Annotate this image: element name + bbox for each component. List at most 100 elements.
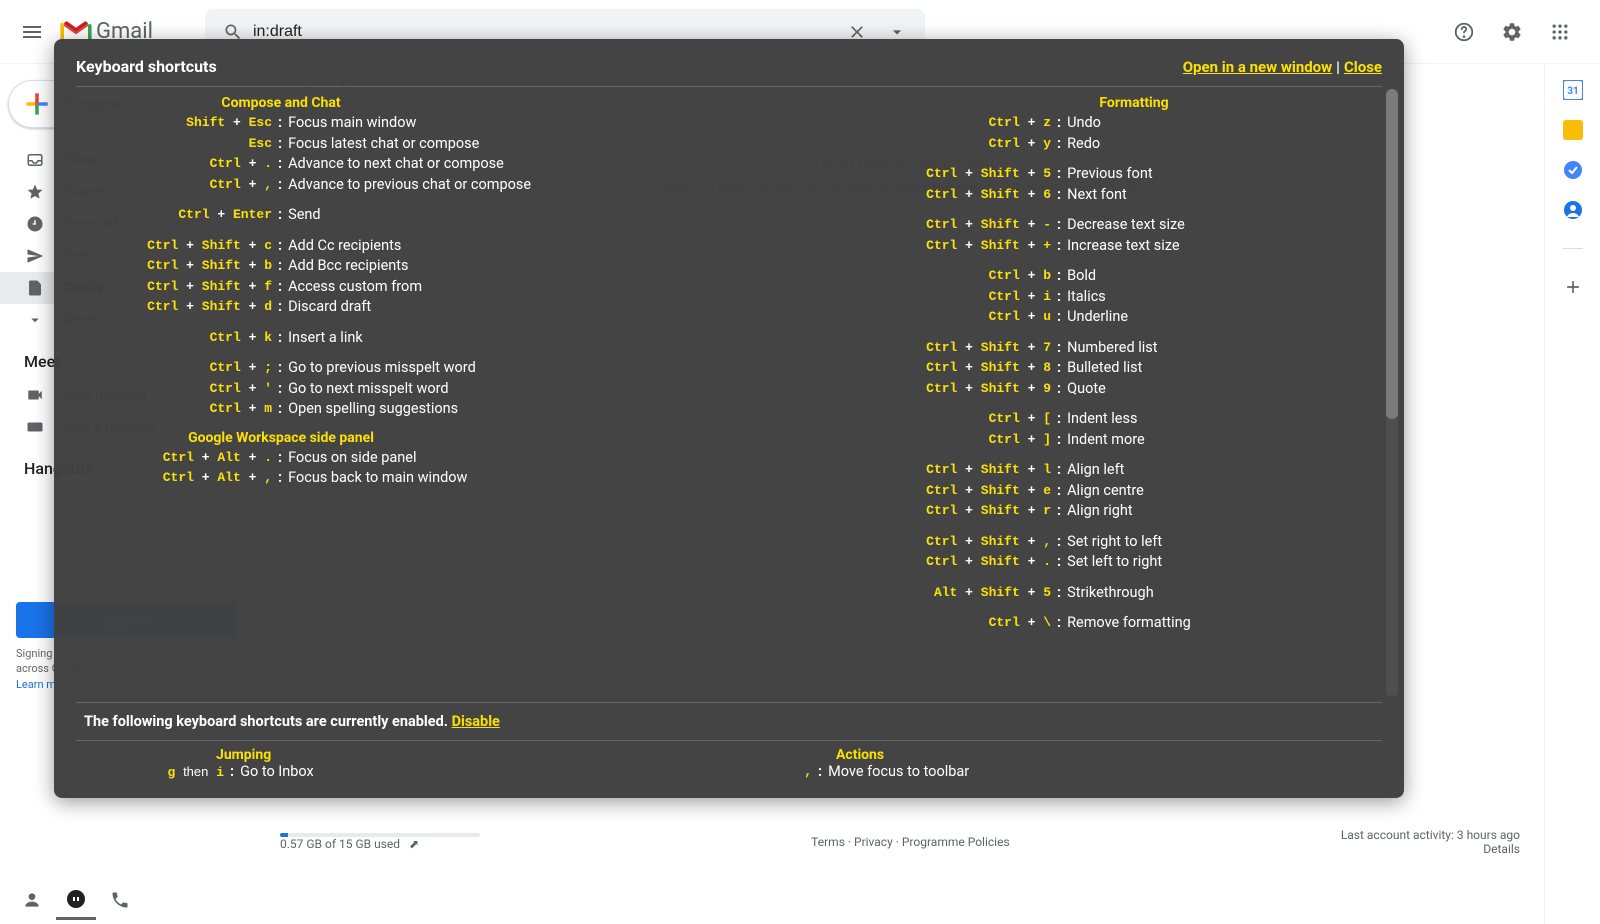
shortcut-keys: Ctrl + \ [729, 613, 1051, 634]
shortcut-desc: Underline [1067, 307, 1128, 328]
settings-icon[interactable] [1492, 12, 1532, 52]
disable-shortcuts-link[interactable]: Disable [452, 713, 500, 730]
add-addon-icon[interactable] [1563, 277, 1583, 297]
open-new-window-link[interactable]: Open in a new window [1183, 58, 1332, 76]
shortcut-keys: Ctrl + i [729, 287, 1051, 308]
privacy-link[interactable]: Privacy [854, 835, 893, 849]
shortcut-keys: Ctrl + Alt + , [76, 468, 272, 489]
hangouts-person-icon[interactable] [12, 880, 52, 920]
shortcut-keys: Ctrl + Shift + , [729, 532, 1051, 553]
shortcut-keys: Ctrl + Shift + 6 [729, 185, 1051, 206]
shortcut-keys: Ctrl + ' [76, 379, 272, 400]
support-icon[interactable] [1444, 12, 1484, 52]
shortcut-row: Ctrl + [:Indent less [729, 409, 1382, 430]
shortcut-desc: Align right [1067, 501, 1133, 522]
program-link[interactable]: Programme Policies [902, 835, 1010, 849]
svg-text:31: 31 [1567, 86, 1578, 97]
shortcut-row: Ctrl + Shift + d:Discard draft [76, 297, 729, 318]
shortcut-keys: Ctrl + Shift + 5 [729, 164, 1051, 185]
storage-text: 0.57 GB of 15 GB used [280, 837, 400, 851]
shortcut-row: Ctrl + \:Remove formatting [729, 613, 1382, 634]
shortcut-keys: Ctrl + Enter [76, 205, 272, 226]
shortcut-desc: Bold [1067, 266, 1096, 287]
shortcut-row: Ctrl + Shift + l:Align left [729, 460, 1382, 481]
shortcut-row: Ctrl + Alt + ,:Focus back to main window [76, 468, 729, 489]
shortcut-desc: Focus on side panel [288, 448, 416, 469]
shortcut-desc: Focus main window [288, 113, 416, 134]
close-dialog-link[interactable]: Close [1344, 58, 1382, 76]
shortcut-keys: Ctrl + m [76, 399, 272, 420]
shortcut-row: Ctrl + Shift + c:Add Cc recipients [76, 236, 729, 257]
shortcut-keys: Ctrl + Alt + . [76, 448, 272, 469]
draft-icon [26, 279, 46, 297]
shortcut-desc: Set left to right [1067, 552, 1162, 573]
shortcut-keys: Ctrl + Shift + l [729, 460, 1051, 481]
shortcut-desc: Remove formatting [1067, 613, 1191, 634]
contacts-icon[interactable] [1563, 200, 1583, 220]
shortcut-row: Ctrl + b:Bold [729, 266, 1382, 287]
search-input[interactable] [253, 23, 837, 41]
shortcut-row: Ctrl + Shift + -:Decrease text size [729, 215, 1382, 236]
details-link[interactable]: Details [1483, 842, 1520, 856]
dialog-title: Keyboard shortcuts [76, 57, 217, 76]
chevron-down-icon [26, 311, 46, 329]
hangouts-phone-icon[interactable] [100, 880, 140, 920]
keyboard-shortcuts-dialog: Keyboard shortcuts Open in a new window|… [54, 39, 1404, 798]
shortcut-desc: Next font [1067, 185, 1127, 206]
shortcut-keys: Ctrl + Shift + - [729, 215, 1051, 236]
shortcut-desc: Previous font [1067, 164, 1152, 185]
shortcut-row: Ctrl + ]:Indent more [729, 430, 1382, 451]
footer: 0.57 GB of 15 GB used ⬈ Terms · Privacy … [256, 820, 1544, 864]
shortcut-keys: Ctrl + Shift + 7 [729, 338, 1051, 359]
shortcut-desc: Focus latest chat or compose [288, 134, 479, 155]
shortcut-keys: Ctrl + ; [76, 358, 272, 379]
keep-icon[interactable] [1563, 120, 1583, 140]
shortcut-desc: Undo [1067, 113, 1101, 134]
shortcuts-col-2: FormattingCtrl + z:UndoCtrl + y:RedoCtrl… [729, 93, 1382, 702]
scrollbar[interactable] [1386, 89, 1398, 697]
tasks-icon[interactable] [1563, 160, 1583, 180]
shortcut-row: Ctrl + Shift + 6:Next font [729, 185, 1382, 206]
shortcut-row: Ctrl + k:Insert a link [76, 328, 729, 349]
shortcut-desc: Decrease text size [1067, 215, 1185, 236]
shortcut-desc: Move focus to toolbar [828, 763, 969, 780]
shortcut-row: Ctrl + Shift + 9:Quote [729, 379, 1382, 400]
shortcut-desc: Align centre [1067, 481, 1144, 502]
shortcut-keys: Ctrl + y [729, 134, 1051, 155]
shortcut-row: Ctrl + Shift + ,:Set right to left [729, 532, 1382, 553]
shortcut-desc: Set right to left [1067, 532, 1162, 553]
plus-icon [21, 88, 53, 120]
shortcut-keys: Ctrl + z [729, 113, 1051, 134]
open-storage-icon[interactable]: ⬈ [409, 837, 419, 851]
shortcut-keys: Ctrl + k [76, 328, 272, 349]
shortcut-desc: Go to Inbox [240, 763, 314, 780]
shortcut-desc: Focus back to main window [288, 468, 467, 489]
apps-icon[interactable] [1540, 12, 1580, 52]
shortcut-desc: Insert a link [288, 328, 363, 349]
shortcut-keys: Alt + Shift + 5 [729, 583, 1051, 604]
shortcut-desc: Strikethrough [1067, 583, 1154, 604]
shortcut-row: Ctrl + ,:Advance to previous chat or com… [76, 175, 729, 196]
shortcut-row: Ctrl + Enter:Send [76, 205, 729, 226]
shortcut-keys: Ctrl + , [76, 175, 272, 196]
calendar-icon[interactable]: 31 [1563, 80, 1583, 100]
inbox-icon [26, 151, 46, 169]
jumping-title: Jumping [216, 747, 556, 763]
shortcut-row: Ctrl + ':Go to next misspelt word [76, 379, 729, 400]
shortcut-keys: Ctrl + Shift + c [76, 236, 272, 257]
hangouts-chat-icon[interactable] [56, 880, 96, 920]
terms-link[interactable]: Terms [811, 835, 845, 849]
shortcut-keys: Ctrl + Shift + 9 [729, 379, 1051, 400]
shortcut-keys: Ctrl + b [729, 266, 1051, 287]
shortcut-row: ,:Move focus to toolbar [556, 763, 1036, 780]
shortcuts-col-1: Compose and ChatShift + Esc:Focus main w… [76, 93, 729, 702]
shortcut-desc: Redo [1067, 134, 1100, 155]
side-panel: 31 [1544, 64, 1600, 924]
shortcut-desc: Indent less [1067, 409, 1137, 430]
shortcut-row: Ctrl + Shift + f:Access custom from [76, 277, 729, 298]
shortcut-row: Ctrl + m:Open spelling suggestions [76, 399, 729, 420]
shortcut-desc: Increase text size [1067, 236, 1179, 257]
hangouts-bar [0, 876, 152, 924]
shortcut-desc: Send [288, 205, 320, 226]
main-menu-icon[interactable] [8, 8, 56, 56]
